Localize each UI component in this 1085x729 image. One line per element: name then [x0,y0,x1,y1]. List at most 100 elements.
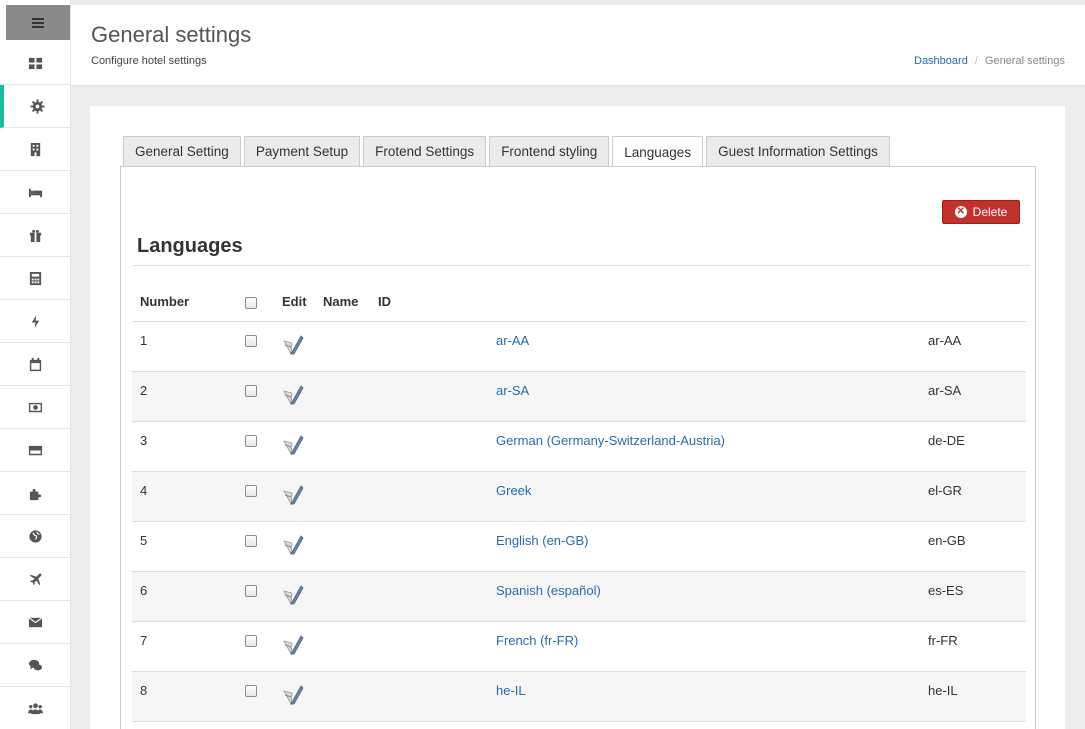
close-circle-icon: ✕ [954,206,967,218]
tab-general-setting[interactable]: General Setting [123,136,241,166]
table-row: 5 English (en-GB) en-GB [132,521,1026,572]
language-id: de-DE [928,421,1026,472]
row-edit-button[interactable] [282,471,323,522]
page-title: General settings [91,22,252,47]
language-id: el-GR [928,471,1026,522]
select-all-checkbox[interactable] [245,296,257,309]
edit-icon [283,434,304,455]
building-icon [30,142,40,156]
sidebar-item-travel[interactable] [0,558,70,601]
row-number: 1 [132,321,245,372]
edit-icon [283,684,304,705]
sidebar-item-buildings[interactable] [0,128,70,171]
language-name-link[interactable]: German (Germany-Switzerland-Austria) [496,433,725,448]
sidebar-item-languages[interactable] [0,515,70,558]
edit-icon [283,484,304,505]
row-checkbox[interactable] [245,635,257,648]
row-checkbox[interactable] [245,335,257,348]
row-edit-button[interactable] [282,571,323,622]
money-icon [28,402,42,412]
languages-table: Number Edit Name ID 1 ar-AA ar-AA 2 ar-SA ar-… [132,283,1026,722]
column-header-select [245,283,282,322]
row-number: 2 [132,371,245,422]
envelope-icon [28,616,42,627]
table-row: 7 French (fr-FR) fr-FR [132,621,1026,672]
sidebar-item-calculator[interactable] [0,257,70,300]
language-name-link[interactable]: he-IL [496,683,526,698]
row-checkbox[interactable] [245,685,257,698]
language-id: he-IL [928,671,1026,722]
language-id: fr-FR [928,621,1026,672]
sidebar-item-users[interactable] [0,687,70,729]
language-name-link[interactable]: Spanish (español) [496,583,601,598]
row-edit-button[interactable] [282,421,323,472]
row-edit-button[interactable] [282,371,323,422]
table-row: 2 ar-SA ar-SA [132,371,1026,422]
language-id: ar-AA [928,321,1026,372]
sidebar-item-settings[interactable] [0,85,70,128]
sidebar-toggle-button[interactable] [6,5,70,40]
sidebar-item-actions[interactable] [0,300,70,343]
language-name-link[interactable]: French (fr-FR) [496,633,578,648]
sidebar-item-rooms[interactable] [0,171,70,214]
column-header-name: Name [323,283,378,322]
languages-table-body: 1 ar-AA ar-AA 2 ar-SA ar-SA 3 German (Germany-S… [132,321,1026,722]
tab-frontend-styling[interactable]: Frontend styling [489,136,610,166]
gear-icon [29,98,45,114]
sidebar-item-payments[interactable] [0,386,70,429]
edit-icon [283,384,304,405]
tab-frontend-settings[interactable]: Frotend Settings [363,136,487,166]
delete-button[interactable]: ✕ Delete [942,200,1020,224]
sidebar-item-messages[interactable] [0,644,70,687]
language-name-link[interactable]: ar-SA [496,383,529,398]
row-number: 4 [132,471,245,522]
sidebar-item-plugins[interactable] [0,472,70,515]
row-checkbox[interactable] [245,435,257,448]
row-checkbox[interactable] [245,535,257,548]
languages-tab-content: ✕ Delete Languages Number Edit Name ID 1… [120,166,1036,729]
row-checkbox[interactable] [245,585,257,598]
language-name-link[interactable]: ar-AA [496,333,529,348]
content-panel: General Setting Payment Setup Frotend Se… [90,106,1065,729]
plane-icon [29,572,42,585]
breadcrumb-home-link[interactable]: Dashboard [914,55,968,67]
edit-icon [283,634,304,655]
table-row: 4 Greek el-GR [132,471,1026,522]
divider [133,265,1030,266]
delete-button-label: Delete [972,205,1008,219]
tab-guest-information-settings[interactable]: Guest Information Settings [706,136,890,166]
users-icon [27,702,43,714]
breadcrumb-current: General settings [984,55,1065,67]
sidebar-item-cards[interactable] [0,429,70,472]
hamburger-icon [32,17,44,28]
row-edit-button[interactable] [282,671,323,722]
language-name-link[interactable]: English (en-GB) [496,533,588,548]
page-subtitle: Configure hotel settings [91,55,207,67]
settings-tabs: General Setting Payment Setup Frotend Se… [123,136,893,167]
row-number: 8 [132,671,245,722]
bolt-icon [31,314,39,328]
calculator-icon [29,271,41,285]
credit-card-icon [28,445,42,455]
table-row: 6 Spanish (español) es-ES [132,571,1026,622]
sidebar-item-calendar[interactable] [0,343,70,386]
gift-icon [29,229,41,242]
column-header-number: Number [132,283,245,322]
row-checkbox[interactable] [245,485,257,498]
row-edit-button[interactable] [282,621,323,672]
row-edit-button[interactable] [282,321,323,372]
breadcrumb: Dashboard / General settings [914,55,1065,67]
puzzle-icon [29,488,41,500]
row-edit-button[interactable] [282,521,323,572]
row-number: 6 [132,571,245,622]
edit-icon [283,534,304,555]
sidebar-item-extras[interactable] [0,214,70,257]
tab-languages[interactable]: Languages [612,136,704,167]
language-name-link[interactable]: Greek [496,483,531,498]
tab-payment-setup[interactable]: Payment Setup [243,136,361,166]
row-checkbox[interactable] [245,385,257,398]
sidebar-item-email[interactable] [0,601,70,644]
sidebar-item-dashboard[interactable] [0,42,70,85]
dashboard-icon [28,57,42,69]
row-number: 5 [132,521,245,572]
